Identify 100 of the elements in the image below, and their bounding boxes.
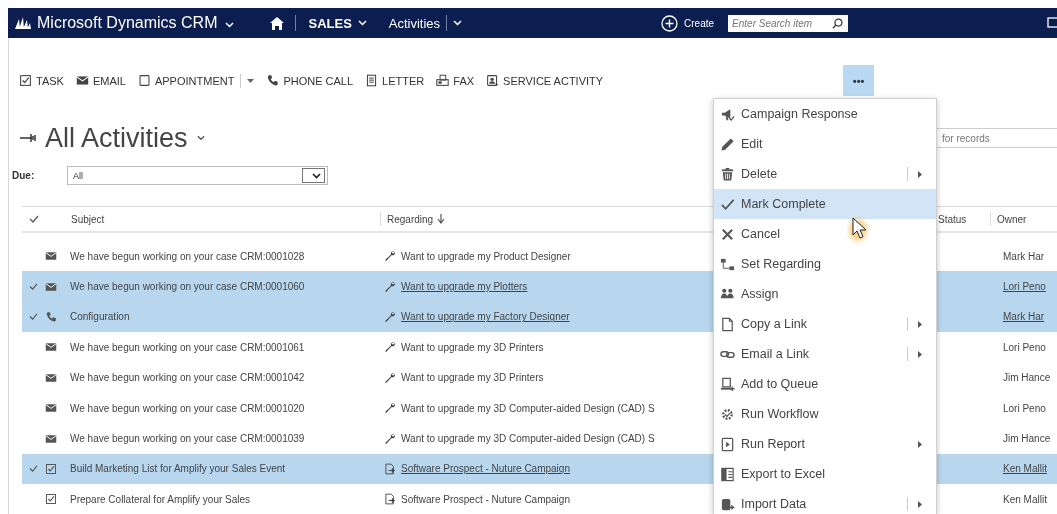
- menu-item[interactable]: Assign: [714, 279, 936, 309]
- search-box[interactable]: Enter Search item: [728, 14, 849, 32]
- search-field[interactable]: for records: [935, 128, 1057, 148]
- menu-item[interactable]: Campaign Response: [714, 99, 936, 129]
- submenu-arrow-icon: [918, 440, 922, 448]
- regarding-link[interactable]: Want to upgrade my Product Designer: [401, 250, 571, 262]
- menu-item[interactable]: Run Report: [714, 429, 936, 459]
- menu-item[interactable]: Email a Link: [714, 339, 936, 369]
- envelope-icon: [45, 250, 57, 263]
- regarding-link[interactable]: Want to upgrade my Factory Designer: [401, 311, 570, 323]
- subject-text: We have begun working on your case CRM:0001061: [70, 341, 305, 353]
- regarding-link[interactable]: Software Prospect - Nuture Campaign: [401, 463, 570, 475]
- owner-link[interactable]: Jim Hance: [1003, 372, 1051, 384]
- owner-link[interactable]: Ken Mallit: [1003, 463, 1047, 475]
- chevron-down-icon: [311, 172, 321, 179]
- subject-text: Build Marketing List for Amplify your Sales Event: [70, 463, 286, 475]
- owner-link[interactable]: Lori Peno: [1003, 281, 1046, 293]
- menu-item[interactable]: Cancel: [714, 219, 936, 249]
- menu-item[interactable]: Mark Complete: [714, 189, 936, 219]
- command-button[interactable]: PHONE CALL: [260, 65, 360, 96]
- owner-link[interactable]: Ken Mallit: [1003, 493, 1047, 505]
- owner-link[interactable]: Lori Peno: [1003, 402, 1046, 414]
- menu-item[interactable]: Delete: [714, 159, 936, 189]
- chevron-down-icon: [357, 20, 367, 26]
- command-button[interactable]: EMAIL: [69, 65, 132, 96]
- sort-down-arrow-icon[interactable]: [437, 214, 446, 224]
- regarding-link[interactable]: Want to upgrade my 3D Printers: [401, 372, 544, 384]
- subject-text: We have begun working on your case CRM:0001020: [70, 402, 305, 414]
- column-header[interactable]: Owner: [997, 213, 1027, 225]
- envelope-icon: [45, 402, 57, 415]
- envelope-icon: [45, 371, 57, 384]
- document-arrow-icon: [384, 462, 396, 475]
- checkbox-icon: [19, 74, 32, 87]
- create-link[interactable]: Create: [684, 17, 715, 29]
- envelope-icon: [45, 280, 57, 293]
- submenu-arrow-icon: [918, 170, 922, 178]
- square-icon: [137, 74, 151, 87]
- chevron-down-icon: [453, 20, 463, 26]
- chevron-down-icon: [196, 135, 205, 141]
- envelope-icon: [75, 74, 89, 87]
- menu-item[interactable]: Set Regarding: [714, 249, 936, 279]
- envelope-icon: [45, 341, 57, 354]
- document-plus-icon: [720, 376, 735, 392]
- subject-text: We have begun working on your case CRM:0001028: [70, 250, 305, 262]
- column-header[interactable]: Regarding: [387, 213, 434, 225]
- subject-text: We have begun working on your case CRM:0001042: [70, 372, 305, 384]
- submenu-arrow-icon: [918, 320, 922, 328]
- home-icon[interactable]: [270, 16, 285, 30]
- menu-item[interactable]: Edit: [714, 129, 936, 159]
- subject-text: We have begun working on your case CRM:0001060: [70, 281, 305, 293]
- document-arrow-icon: [384, 493, 396, 506]
- document-icon: [720, 316, 735, 332]
- subject-text: We have begun working on your case CRM:0001039: [70, 433, 305, 445]
- menu-item[interactable]: Run Workflow: [714, 399, 936, 429]
- regarding-link[interactable]: Want to upgrade my 3D Computer-aided Design (CAD) S: [401, 402, 655, 414]
- menu-item[interactable]: Export to Excel: [714, 459, 936, 489]
- dropdown-arrow-icon[interactable]: [247, 78, 255, 83]
- person-badge-icon: [486, 74, 500, 87]
- area-menu[interactable]: SALES: [308, 15, 367, 31]
- submenu-arrow-icon: [918, 350, 922, 358]
- app-title[interactable]: Microsoft Dynamics CRM: [37, 14, 218, 32]
- menu-item[interactable]: Import Data: [714, 489, 936, 514]
- due-dropdown[interactable]: All: [67, 166, 328, 185]
- select-all-checkmark-icon[interactable]: [28, 215, 39, 223]
- submenu-arrow-icon: [918, 500, 922, 508]
- command-button[interactable]: SERVICE ACTIVITY: [480, 65, 610, 96]
- regarding-link[interactable]: Want to upgrade my Plotters: [401, 281, 528, 293]
- regarding-link[interactable]: Software Prospect - Nuture Campaign: [401, 493, 570, 505]
- view-title[interactable]: All Activities: [45, 122, 188, 154]
- menu-item[interactable]: Add to Queue: [714, 369, 936, 399]
- search-icon[interactable]: [832, 17, 844, 29]
- add-icon[interactable]: [661, 14, 679, 32]
- trash-icon: [720, 166, 735, 182]
- subject-text: Prepare Collateral for Amplify your Sales: [70, 493, 251, 505]
- command-button[interactable]: APPOINTMENT: [131, 65, 241, 96]
- regarding-link[interactable]: Want to upgrade my 3D Printers: [401, 341, 544, 353]
- checkbox-icon: [45, 462, 57, 475]
- phone-icon: [45, 310, 57, 323]
- spreadsheet-icon: [720, 466, 735, 482]
- chevron-down-icon: [225, 21, 235, 28]
- column-header[interactable]: Status: [938, 213, 967, 225]
- menu-item[interactable]: Copy a Link: [714, 309, 936, 339]
- owner-link[interactable]: Lori Peno: [1003, 341, 1046, 353]
- owner-link[interactable]: Mark Har: [1003, 250, 1045, 262]
- pin-icon[interactable]: [20, 133, 36, 143]
- column-header[interactable]: Subject: [71, 213, 105, 225]
- entity-menu[interactable]: Activities: [388, 15, 441, 31]
- document-icon: [365, 74, 379, 87]
- checkbox-icon: [45, 493, 57, 506]
- command-button[interactable]: TASK: [13, 65, 70, 96]
- more-commands-button[interactable]: •••: [843, 65, 875, 96]
- owner-link[interactable]: Jim Hance: [1003, 433, 1051, 445]
- regarding-link[interactable]: Want to upgrade my 3D Computer-aided Design (CAD) S: [401, 433, 655, 445]
- owner-link[interactable]: Mark Har: [1003, 311, 1045, 323]
- play-document-icon: [720, 436, 735, 452]
- envelope-icon: [45, 432, 57, 445]
- fax-icon: [436, 74, 450, 87]
- command-button[interactable]: LETTER: [359, 65, 431, 96]
- pencil-icon: [720, 136, 735, 152]
- command-button[interactable]: FAX: [430, 65, 481, 96]
